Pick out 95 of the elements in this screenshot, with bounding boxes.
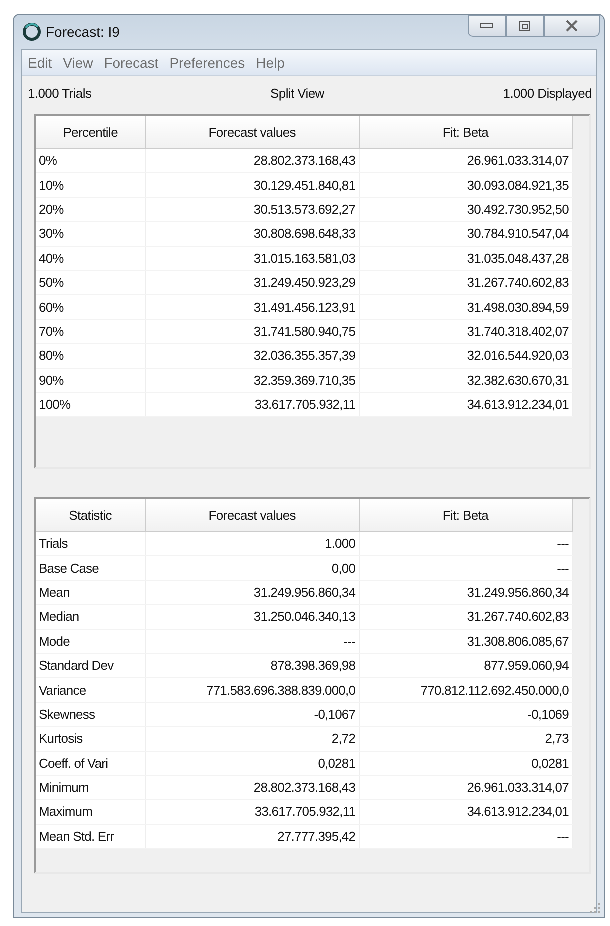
table-cell: 31.250.046.340,13: [146, 604, 360, 630]
ring-icon: [22, 22, 42, 42]
menu-item[interactable]: Edit: [28, 54, 52, 70]
table-cell: ---: [359, 556, 572, 580]
table-cell: 34.613.912.234,01: [359, 392, 572, 417]
table-cell: 80%: [36, 344, 146, 368]
table-cell: 32.036.355.357,39: [146, 344, 360, 368]
table-cell: 20%: [36, 197, 146, 222]
table-cell: 878.398.369,98: [146, 653, 360, 678]
close-button[interactable]: [544, 15, 600, 37]
table-cell: 0,0281: [146, 751, 360, 776]
table-cell: 1.000: [146, 532, 360, 556]
table-cell: Coeff. of Vari: [36, 751, 146, 776]
table-cell: 31.249.956.860,34: [359, 580, 572, 605]
minimize-icon: [480, 22, 494, 30]
table-cell: Variance: [36, 678, 146, 702]
table-cell: ---: [359, 532, 572, 556]
table-cell: 40%: [36, 246, 146, 270]
table-cell: Kurtosis: [36, 726, 146, 752]
table-cell: 31.267.740.602,83: [359, 270, 572, 295]
table-cell: 27.777.395,42: [146, 824, 360, 849]
table-cell: 31.249.956.860,34: [146, 580, 360, 605]
table-cell: 31.015.163.581,03: [146, 246, 360, 270]
table-cell: Maximum: [36, 800, 146, 824]
minimize-button[interactable]: [468, 15, 506, 37]
column-header[interactable]: Statistic: [36, 499, 146, 532]
table-cell: ---: [146, 629, 360, 654]
table-cell: Mean: [36, 580, 146, 605]
table-cell: 31.491.456.123,91: [146, 294, 360, 320]
menu-item[interactable]: Forecast: [104, 54, 159, 70]
table-cell: 34.613.912.234,01: [359, 800, 572, 824]
table-cell: 31.249.450.923,29: [146, 270, 360, 295]
table-cell: 30.492.730.952,50: [359, 197, 572, 222]
table-cell: 28.802.373.168,43: [146, 148, 360, 173]
table-cell: 877.959.060,94: [359, 653, 572, 678]
table-cell: -0,1067: [146, 702, 360, 727]
table-cell: 770.812.112.692.450.000,0: [359, 678, 572, 702]
table-cell: 90%: [36, 368, 146, 392]
window-title: Forecast: I9: [46, 24, 120, 40]
table-cell: ---: [359, 824, 572, 849]
table-cell: 31.741.580.940,75: [146, 319, 360, 344]
table-cell: 0,00: [146, 556, 360, 580]
column-header[interactable]: Fit: Beta: [359, 499, 572, 532]
table-cell: 32.359.369.710,35: [146, 368, 360, 392]
table-cell: Minimum: [36, 775, 146, 800]
table-cell: 31.035.048.437,28: [359, 246, 572, 270]
table-cell: 33.617.705.932,11: [146, 800, 360, 824]
table-cell: 30.808.698.648,33: [146, 222, 360, 246]
menu-item[interactable]: Preferences: [170, 54, 246, 70]
table-cell: 10%: [36, 172, 146, 198]
column-header[interactable]: Forecast values: [146, 499, 360, 532]
table-cell: 30%: [36, 222, 146, 246]
maximize-button[interactable]: [506, 15, 544, 37]
table-cell: Trials: [36, 532, 146, 556]
close-icon: [565, 20, 579, 32]
column-header[interactable]: Forecast values: [146, 116, 360, 148]
table-cell: 0,0281: [359, 751, 572, 776]
table-cell: Base Case: [36, 556, 146, 580]
table-cell: 32.016.544.920,03: [359, 344, 572, 368]
menu-item[interactable]: View: [63, 54, 94, 70]
table-cell: 26.961.033.314,07: [359, 775, 572, 800]
table-cell: 30.093.084.921,35: [359, 172, 572, 198]
table-cell: 30.784.910.547,04: [359, 222, 572, 246]
resize-grip-icon: [590, 903, 600, 913]
table-cell: 28.802.373.168,43: [146, 775, 360, 800]
table-cell: Standard Dev: [36, 653, 146, 678]
menu-item[interactable]: Help: [256, 54, 285, 70]
displayed-count: 1.000 Displayed: [503, 86, 592, 103]
table-cell: 60%: [36, 294, 146, 320]
table-cell: Skewness: [36, 702, 146, 727]
trials-count: 1.000 Trials: [28, 86, 92, 103]
table-cell: 26.961.033.314,07: [359, 148, 572, 173]
table-cell: 30.129.451.840,81: [146, 172, 360, 198]
table-cell: 2,72: [146, 726, 360, 752]
table-cell: 31.308.806.085,67: [359, 629, 572, 654]
table-cell: 30.513.573.692,27: [146, 197, 360, 222]
table-cell: 31.267.740.602,83: [359, 604, 572, 630]
table-cell: Mode: [36, 629, 146, 654]
table-cell: 2,73: [359, 726, 572, 752]
maximize-icon: [519, 20, 531, 32]
table-cell: 50%: [36, 270, 146, 295]
table-cell: 771.583.696.388.839.000,0: [146, 678, 360, 702]
table-cell: 32.382.630.670,31: [359, 368, 572, 392]
table-cell: 31.740.318.402,07: [359, 319, 572, 344]
table-cell: Median: [36, 604, 146, 630]
table-cell: 33.617.705.932,11: [146, 392, 360, 417]
table-cell: Mean Std. Err: [36, 824, 146, 849]
column-header[interactable]: Percentile: [36, 116, 146, 148]
table-cell: 70%: [36, 319, 146, 344]
column-header[interactable]: Fit: Beta: [359, 116, 572, 148]
view-mode: Split View: [270, 86, 324, 103]
table-cell: 0%: [36, 148, 146, 173]
table-cell: 100%: [36, 392, 146, 417]
table-cell: -0,1069: [359, 702, 572, 727]
table-cell: 31.498.030.894,59: [359, 294, 572, 320]
